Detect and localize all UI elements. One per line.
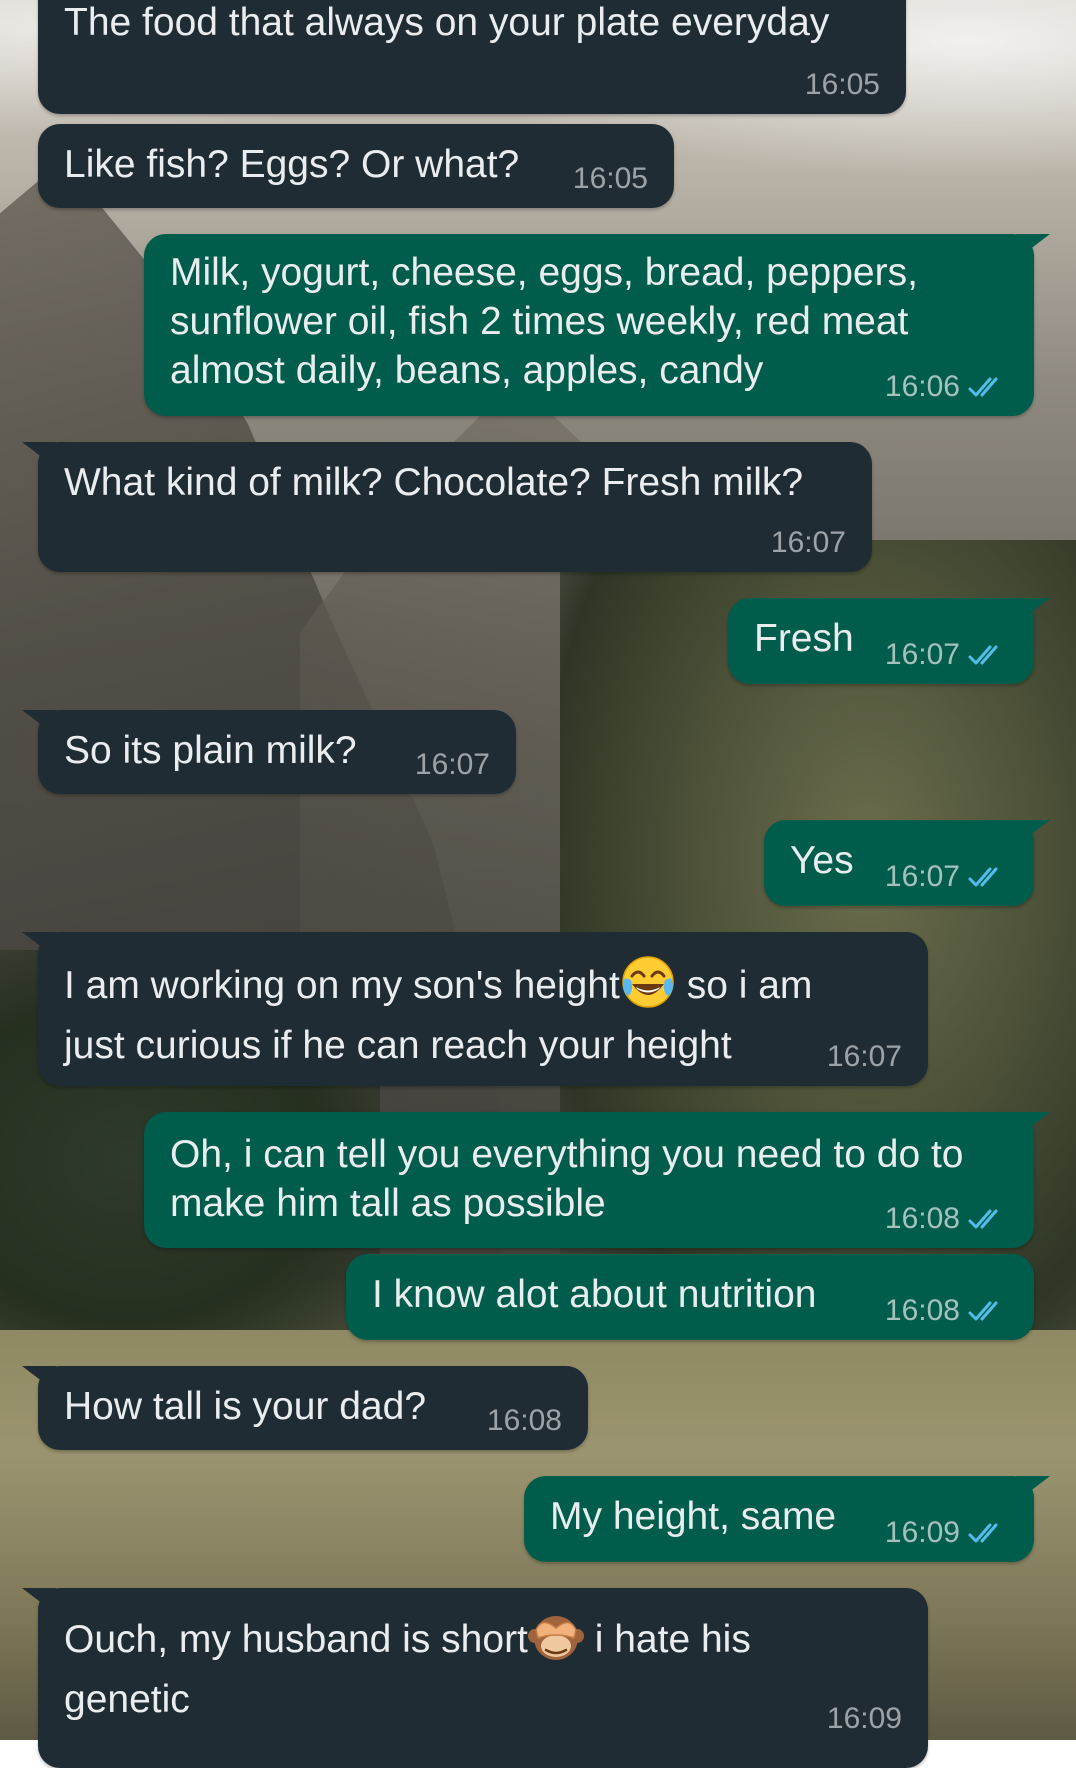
message-meta: 16:05 [805,68,880,102]
message-incoming[interactable]: I am working on my son's height so i am … [22,932,928,1086]
message-incoming[interactable]: How tall is your dad? 16:08 [22,1366,588,1450]
message-text-part: Ouch, my husband is short [64,1618,528,1661]
message-time: 16:07 [414,748,490,781]
message-text: Oh, i can tell you everything you need t… [170,1133,975,1225]
double-check-read-icon [968,1209,998,1229]
bubble-tail [22,1588,56,1614]
double-check-read-icon [968,1301,998,1321]
message-incoming[interactable]: The food that always on your plate every… [38,0,906,114]
message-time: 16:08 [884,1202,960,1235]
message-list[interactable]: The food that always on your plate every… [0,0,1076,1768]
bubble-tail [1016,820,1050,846]
message-time: 16:09 [826,1702,902,1735]
bubble-tail [22,1366,56,1392]
message-outgoing[interactable]: My height, same 16:09 [524,1476,1050,1562]
bubble-tail [1016,234,1050,260]
bubble-tail [22,710,56,736]
message-time: 16:07 [770,526,846,559]
message-text: Ouch, my husband is short i hate his gen… [64,1608,834,1730]
double-check-read-icon [968,867,998,887]
message-meta: 16:07 [885,860,1008,894]
message-time: 16:05 [804,68,880,101]
face-with-tears-of-joy-icon [622,956,674,1008]
bubble-tail [1016,598,1050,624]
message-meta: 16:07 [771,526,846,560]
double-check-read-icon [968,645,998,665]
message-meta: 16:07 [827,1040,902,1074]
message-text: Fresh [754,617,854,660]
bubble-tail [1016,1112,1050,1138]
message-text: My height, same [550,1495,837,1538]
message-meta: 16:08 [885,1294,1008,1328]
message-meta: 16:07 [885,638,1008,672]
message-time: 16:06 [884,370,960,403]
message-text: How tall is your dad? [64,1385,427,1428]
message-outgoing[interactable]: Milk, yogurt, cheese, eggs, bread, peppe… [144,234,1050,416]
message-time: 16:07 [884,638,960,671]
message-meta: 16:05 [573,162,648,196]
double-check-read-icon [968,377,998,397]
message-meta: 16:08 [885,1202,1008,1236]
message-text: I know alot about nutrition [372,1273,817,1316]
message-text: So its plain milk? [64,729,357,772]
message-time: 16:08 [486,1404,562,1437]
message-time: 16:07 [826,1040,902,1073]
message-text: Like fish? Eggs? Or what? [64,143,520,186]
message-text: I am working on my son's height so i am … [64,954,834,1076]
message-text: The food that always on your plate every… [64,1,830,44]
message-meta: 16:09 [827,1702,902,1736]
message-time: 16:08 [884,1294,960,1327]
message-text-part: I am working on my son's height [64,964,620,1007]
message-outgoing[interactable]: Fresh 16:07 [728,598,1050,684]
message-incoming[interactable]: Ouch, my husband is short i hate his gen… [22,1588,928,1768]
message-text: What kind of milk? Chocolate? Fresh milk… [64,461,804,504]
message-outgoing[interactable]: Oh, i can tell you everything you need t… [144,1112,1050,1248]
message-incoming[interactable]: So its plain milk? 16:07 [22,710,516,794]
message-time: 16:09 [884,1516,960,1549]
see-no-evil-monkey-icon [527,1616,584,1660]
message-outgoing[interactable]: I know alot about nutrition 16:08 [346,1254,1034,1340]
message-meta: 16:08 [487,1404,562,1438]
message-meta: 16:07 [415,748,490,782]
message-text: Yes [790,839,854,882]
message-meta: 16:06 [885,370,1008,404]
double-check-read-icon [968,1523,998,1543]
bubble-tail [1016,1476,1050,1502]
message-text: Milk, yogurt, cheese, eggs, bread, peppe… [170,251,929,392]
message-meta: 16:09 [885,1516,1008,1550]
message-incoming[interactable]: What kind of milk? Chocolate? Fresh milk… [22,442,872,572]
message-time: 16:07 [884,860,960,893]
message-incoming[interactable]: Like fish? Eggs? Or what? 16:05 [38,124,674,208]
bubble-tail [22,932,56,958]
bubble-tail [22,442,56,468]
message-time: 16:05 [572,162,648,195]
message-outgoing[interactable]: Yes 16:07 [764,820,1050,906]
